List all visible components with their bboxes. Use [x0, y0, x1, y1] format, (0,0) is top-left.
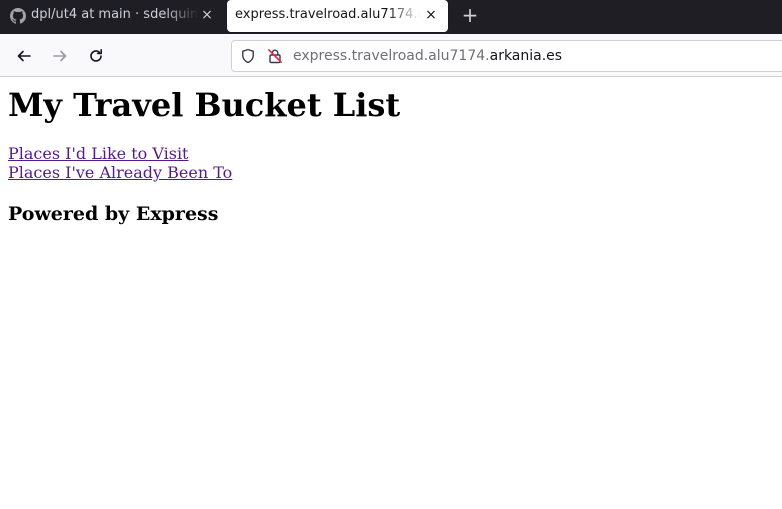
new-tab-button[interactable]: +: [459, 4, 481, 26]
github-icon: [10, 8, 26, 24]
page-content: My Travel Bucket List Places I'd Like to…: [0, 78, 782, 509]
close-tab-icon[interactable]: ×: [424, 7, 438, 23]
tracking-protection-shield-icon[interactable]: [240, 48, 256, 64]
link-places-to-visit[interactable]: Places I'd Like to Visit: [8, 144, 232, 163]
url-domain: arkania.es: [489, 48, 563, 64]
tab-github-dpl[interactable]: dpl/ut4 at main · sdelquin/dpl ×: [0, 0, 222, 30]
back-button[interactable]: [12, 44, 36, 68]
url-bar[interactable]: express.travelroad.alu7174.arkania.es: [231, 40, 782, 72]
close-tab-icon[interactable]: ×: [200, 7, 214, 23]
arrow-left-icon: [17, 50, 31, 62]
url-subdomain: express.travelroad.alu7174.: [293, 48, 490, 64]
tab-title: express.travelroad.alu7174.arkania.es: [235, 7, 421, 22]
page-title: My Travel Bucket List: [8, 86, 401, 124]
tab-strip: dpl/ut4 at main · sdelquin/dpl × express…: [0, 0, 782, 34]
link-places-visited[interactable]: Places I've Already Been To: [8, 163, 232, 182]
forward-button[interactable]: [48, 44, 72, 68]
navigation-toolbar: express.travelroad.alu7174.arkania.es: [0, 34, 782, 77]
reload-icon: [90, 49, 102, 62]
footer-heading: Powered by Express: [8, 203, 219, 225]
reload-button[interactable]: [84, 44, 108, 68]
url-text[interactable]: express.travelroad.alu7174.arkania.es: [293, 48, 562, 64]
insecure-connection-icon[interactable]: [267, 48, 283, 64]
arrow-right-icon: [53, 50, 67, 62]
tab-title: dpl/ut4 at main · sdelquin/dpl: [31, 7, 199, 22]
link-list: Places I'd Like to Visit Places I've Alr…: [8, 144, 232, 182]
tab-express-travelroad[interactable]: express.travelroad.alu7174.arkania.es ×: [227, 0, 448, 32]
